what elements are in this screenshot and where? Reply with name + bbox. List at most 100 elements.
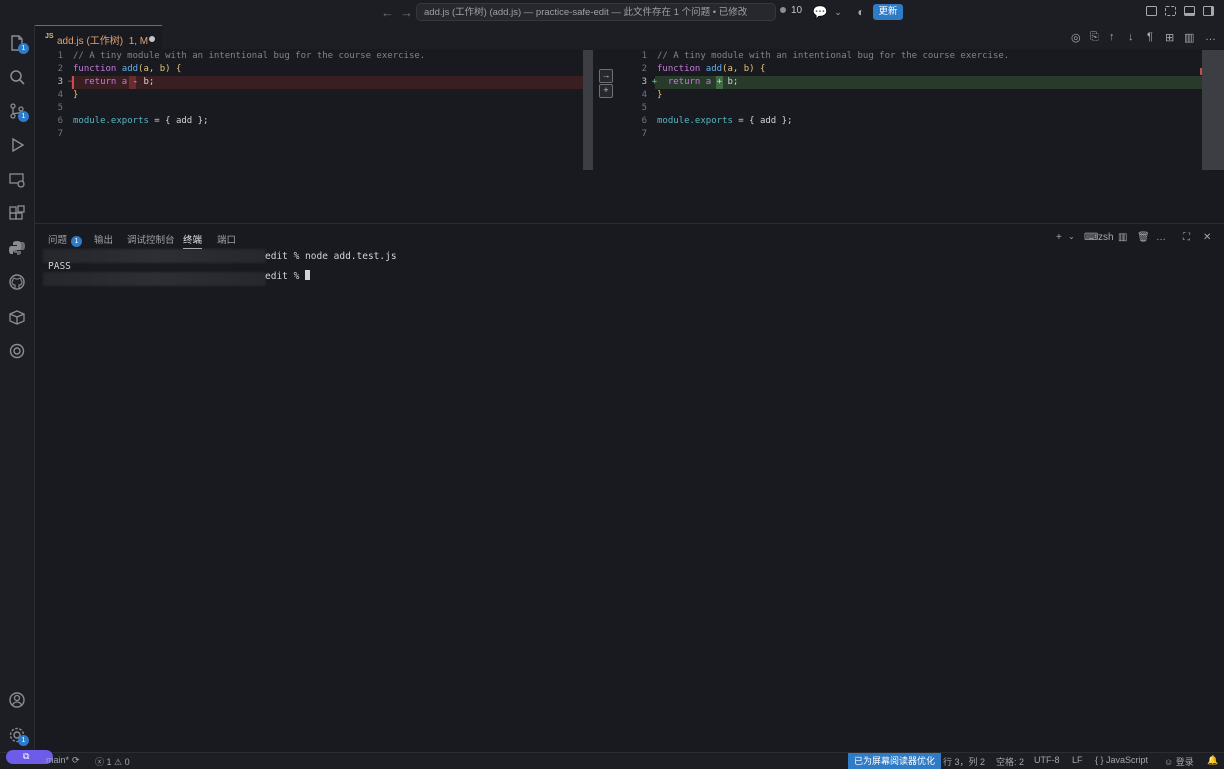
- title-bar: ← → add.js (工作树) (add.js) — practice-saf…: [0, 0, 1224, 26]
- previous-change-icon[interactable]: ↑: [1109, 31, 1115, 43]
- token-assignment: = { add };: [148, 116, 209, 126]
- account-status[interactable]: ☺ 登录: [1164, 755, 1194, 768]
- split-editor-icon[interactable]: ▥: [1184, 31, 1194, 44]
- account-label: 登录: [1175, 757, 1194, 767]
- code-line-3: return a - b;: [73, 76, 154, 89]
- source-control-icon[interactable]: 1: [8, 102, 29, 122]
- tab-ports[interactable]: 端口: [217, 232, 236, 246]
- token-brace: {: [175, 64, 182, 74]
- account-icon[interactable]: [8, 691, 26, 709]
- back-arrow-icon[interactable]: ←: [381, 5, 394, 20]
- notification-count[interactable]: 10: [780, 5, 802, 16]
- close-panel-icon[interactable]: ✕: [1203, 232, 1211, 243]
- scm-badge: 1: [18, 111, 29, 122]
- code-line-6: module.exports = { add };: [657, 115, 792, 128]
- python-icon[interactable]: [8, 239, 26, 257]
- toggle-secondary-sidebar-icon[interactable]: [1203, 6, 1214, 16]
- code-line-3: return a + b;: [657, 76, 738, 89]
- maximize-panel-icon[interactable]: ⛶: [1183, 232, 1190, 243]
- tab-debug-console[interactable]: 调试控制台: [127, 232, 175, 246]
- language-label: JavaScript: [1106, 755, 1149, 765]
- original-scrollbar[interactable]: [583, 50, 593, 170]
- encoding[interactable]: UTF-8: [1034, 755, 1060, 765]
- open-file-icon[interactable]: ⎘: [1090, 31, 1099, 44]
- language-mode[interactable]: { } JavaScript: [1095, 755, 1148, 765]
- line-number: 2: [57, 64, 63, 74]
- token-brace: {: [759, 64, 766, 74]
- cursor-position[interactable]: 行 3，列 2: [943, 755, 985, 768]
- modified-scrollbar[interactable]: [1202, 50, 1224, 170]
- copilot-action-icon[interactable]: ◎: [1071, 31, 1081, 44]
- javascript-file-icon: JS: [45, 33, 54, 40]
- warning-count: 0: [124, 757, 130, 767]
- terminal-line-3[interactable]: edit %: [265, 270, 311, 284]
- toggle-panel-icon[interactable]: [1184, 6, 1195, 16]
- error-count: 1: [106, 757, 112, 767]
- remote-icon: ⧉: [23, 751, 30, 761]
- explorer-icon[interactable]: 1: [8, 34, 29, 54]
- line-number: 7: [641, 129, 647, 139]
- tab-terminal[interactable]: 终端: [183, 232, 203, 249]
- branch-label[interactable]: main*: [46, 755, 69, 765]
- chevron-down-icon[interactable]: ⌄: [830, 4, 846, 20]
- show-whitespace-icon[interactable]: ¶: [1147, 31, 1153, 43]
- customize-layout-icon[interactable]: [1165, 6, 1176, 16]
- next-change-icon[interactable]: ↓: [1128, 31, 1134, 43]
- shell-label[interactable]: zsh: [1098, 232, 1114, 243]
- terminal-prompt: edit %: [265, 271, 306, 282]
- token-function: add: [705, 64, 723, 74]
- tab-add-js[interactable]: JS add.js (工作树) 1, M: [35, 25, 162, 49]
- token-params: (a, b): [138, 64, 176, 74]
- toggle-inline-view-icon[interactable]: ⊞: [1165, 31, 1174, 44]
- update-button[interactable]: 更新: [873, 4, 903, 20]
- diff-modified-pane[interactable]: 1 2 3 + 4 5 6 7 // A tiny module with an…: [619, 49, 1224, 219]
- diff-gutter-actions: → +: [596, 66, 614, 99]
- tab-problems[interactable]: 问题 1: [48, 232, 83, 247]
- line-number: 6: [57, 116, 63, 126]
- settings-badge: 1: [18, 735, 29, 746]
- line-number: 1: [641, 51, 647, 61]
- chat-icon[interactable]: 💬: [812, 4, 828, 20]
- line-number: 7: [57, 129, 63, 139]
- problems-summary[interactable]: ⓧ 1 ⚠ 0: [95, 755, 130, 768]
- minus-gutter-icon: −: [67, 77, 73, 87]
- modified-dot-icon[interactable]: [149, 36, 155, 42]
- split-terminal-icon[interactable]: ▥: [1118, 232, 1127, 243]
- indentation[interactable]: 空格: 2: [996, 755, 1024, 768]
- copilot-icon[interactable]: ◐: [853, 4, 869, 20]
- line-number: 1: [57, 51, 63, 61]
- line-number: 6: [641, 116, 647, 126]
- token-keyword: function: [657, 64, 701, 74]
- github-icon[interactable]: [8, 273, 26, 291]
- redacted-prompt: [43, 249, 266, 263]
- more-actions-icon[interactable]: …: [1156, 232, 1166, 243]
- trash-icon[interactable]: 🗑: [1137, 232, 1150, 243]
- tab-output[interactable]: 输出: [94, 232, 113, 246]
- sync-icon[interactable]: ⟳: [72, 755, 80, 766]
- run-debug-icon[interactable]: [8, 136, 26, 154]
- stage-plus-icon[interactable]: +: [599, 84, 613, 98]
- remote-explorer-icon[interactable]: [8, 171, 26, 189]
- chevron-down-icon[interactable]: ⌄: [1068, 232, 1075, 241]
- forward-arrow-icon[interactable]: →: [400, 5, 413, 20]
- search-icon[interactable]: [8, 68, 26, 86]
- dot-icon: [780, 7, 786, 13]
- bell-icon[interactable]: 🔔: [1207, 755, 1218, 766]
- token-exports: .exports: [689, 116, 733, 126]
- revert-arrow-icon[interactable]: →: [599, 69, 613, 83]
- line-number: 5: [57, 103, 63, 113]
- toggle-sidebar-icon[interactable]: [1146, 6, 1157, 16]
- more-actions-icon[interactable]: …: [1205, 31, 1216, 43]
- containers-icon[interactable]: [8, 308, 26, 326]
- terminal-line-1: edit % node add.test.js: [265, 251, 397, 262]
- screen-reader-mode[interactable]: 已为屏幕阅读器优化: [848, 753, 942, 769]
- line-ending[interactable]: LF: [1072, 755, 1083, 765]
- new-terminal-plus-icon[interactable]: +: [1056, 232, 1062, 243]
- diff-original-pane[interactable]: 1 2 3 − 4 5 6 7 // A tiny module with an…: [35, 49, 594, 219]
- gear-icon[interactable]: 1: [8, 726, 29, 746]
- tab-problems-label: 问题: [48, 235, 68, 246]
- extensions-icon[interactable]: [8, 205, 26, 223]
- command-center[interactable]: add.js (工作树) (add.js) — practice-safe-ed…: [416, 3, 776, 21]
- code-line-4: }: [657, 90, 663, 100]
- chatgpt-icon[interactable]: [8, 342, 26, 360]
